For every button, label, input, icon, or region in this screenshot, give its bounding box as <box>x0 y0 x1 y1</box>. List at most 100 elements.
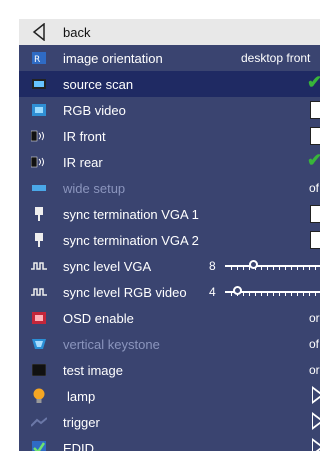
sync-level-icon <box>31 258 47 274</box>
row-sync-level-rgb-video[interactable]: sync level RGB video 4 <box>19 279 320 305</box>
back-arrow-icon <box>31 23 47 41</box>
slider-tick <box>231 267 232 270</box>
row-edid[interactable]: EDID <box>19 435 320 451</box>
source-scan-checkmark-icon[interactable]: ✔ <box>307 71 320 93</box>
row-test-image[interactable]: test image or <box>19 357 320 383</box>
test-image-value: or <box>309 363 320 377</box>
sync-level-rgb-video-label: sync level RGB video <box>63 285 187 300</box>
slider-tick <box>303 267 304 270</box>
row-ir-front[interactable]: IR front <box>19 123 320 149</box>
row-vertical-keystone: vertical keystone of <box>19 331 320 357</box>
slider-tick <box>273 293 274 296</box>
sync-level-vga-value: 8 <box>209 259 216 273</box>
image-orientation-value: desktop front <box>241 51 311 65</box>
settings-menu-panel: back R image orientation desktop front s… <box>19 19 320 451</box>
slider-tick <box>315 293 316 296</box>
keystone-icon <box>31 336 47 352</box>
trigger-label: trigger <box>63 415 100 430</box>
lamp-label: lamp <box>67 389 96 404</box>
trigger-submenu-arrow-icon[interactable] <box>312 412 320 430</box>
edid-submenu-arrow-icon[interactable] <box>312 438 320 451</box>
row-ir-rear[interactable]: IR rear ✔ <box>19 149 320 175</box>
sync-termination-vga1-checkbox[interactable] <box>310 205 320 223</box>
slider-tick <box>303 293 304 296</box>
sync-level-vga-label: sync level VGA <box>63 259 152 274</box>
vertical-keystone-label: vertical keystone <box>63 337 160 352</box>
osd-enable-label: OSD enable <box>63 311 134 326</box>
slider-tick <box>267 267 268 270</box>
svg-text:R: R <box>34 55 40 64</box>
slider-tick <box>237 293 238 296</box>
slider-tick <box>267 293 268 296</box>
test-image-label: test image <box>63 363 123 378</box>
wide-setup-icon <box>31 180 47 196</box>
slider-tick <box>249 267 250 270</box>
slider-tick <box>297 267 298 270</box>
slider-tick <box>285 267 286 270</box>
image-orientation-label: image orientation <box>63 51 163 66</box>
source-scan-label: source scan <box>63 77 134 92</box>
slider-tick <box>285 293 286 296</box>
slider-tick <box>237 267 238 270</box>
slider-tick <box>249 293 250 296</box>
row-trigger[interactable]: trigger <box>19 409 320 435</box>
test-image-icon <box>31 362 47 378</box>
edid-label: EDID <box>63 441 95 451</box>
ir-rear-label: IR rear <box>63 155 103 170</box>
back-label: back <box>63 25 91 40</box>
sync-level-vga-slider-knob[interactable] <box>249 260 258 269</box>
rgb-video-icon <box>31 102 47 118</box>
row-osd-enable[interactable]: OSD enable or <box>19 305 320 331</box>
ir-front-icon <box>31 128 47 144</box>
slider-tick <box>279 267 280 270</box>
orientation-icon: R <box>31 50 47 66</box>
sync-level-rgb-video-slider[interactable] <box>225 286 320 296</box>
osd-enable-value: or <box>309 311 320 325</box>
wide-setup-value: of <box>309 181 320 195</box>
row-image-orientation[interactable]: R image orientation desktop front <box>19 45 320 71</box>
lamp-submenu-arrow-icon[interactable] <box>312 386 320 404</box>
lamp-icon <box>31 388 47 404</box>
slider-tick <box>273 267 274 270</box>
slider-tick <box>243 293 244 296</box>
sync-level-vga-slider[interactable] <box>225 260 320 270</box>
source-scan-icon <box>31 76 47 92</box>
wide-setup-label: wide setup <box>63 181 126 196</box>
row-sync-termination-vga2[interactable]: sync termination VGA 2 <box>19 227 320 253</box>
slider-tick <box>315 267 316 270</box>
slider-tick <box>291 267 292 270</box>
sync-termination-vga2-label: sync termination VGA 2 <box>63 233 199 248</box>
ir-front-checkbox[interactable] <box>310 127 320 145</box>
slider-tick <box>309 267 310 270</box>
row-rgb-video[interactable]: RGB video <box>19 97 320 123</box>
slider-tick <box>297 293 298 296</box>
slider-tick <box>255 293 256 296</box>
row-wide-setup: wide setup of <box>19 175 320 201</box>
row-source-scan[interactable]: source scan ✔ <box>19 71 320 97</box>
slider-tick <box>261 293 262 296</box>
vertical-keystone-value: of <box>309 337 320 351</box>
slider-tick <box>309 293 310 296</box>
rgb-video-label: RGB video <box>63 103 126 118</box>
sync-termination-vga2-checkbox[interactable] <box>310 231 320 249</box>
sync-level-icon <box>31 284 47 300</box>
row-sync-level-vga[interactable]: sync level VGA 8 <box>19 253 320 279</box>
slider-tick <box>279 293 280 296</box>
ir-rear-icon <box>31 154 47 170</box>
slider-tick <box>255 267 256 270</box>
slider-tick <box>291 293 292 296</box>
sync-termination-icon <box>31 232 47 248</box>
rgb-video-checkbox[interactable] <box>310 101 320 119</box>
sync-termination-icon <box>31 206 47 222</box>
sync-termination-vga1-label: sync termination VGA 1 <box>63 207 199 222</box>
back-button[interactable]: back <box>19 19 320 45</box>
ir-rear-checkmark-icon[interactable]: ✔ <box>307 149 320 171</box>
edid-icon <box>31 440 47 451</box>
osd-icon <box>31 310 47 326</box>
trigger-icon <box>31 414 47 430</box>
row-lamp[interactable]: lamp <box>19 383 320 409</box>
slider-tick <box>243 267 244 270</box>
sync-level-rgb-video-value: 4 <box>209 285 216 299</box>
row-sync-termination-vga1[interactable]: sync termination VGA 1 <box>19 201 320 227</box>
slider-tick <box>261 267 262 270</box>
